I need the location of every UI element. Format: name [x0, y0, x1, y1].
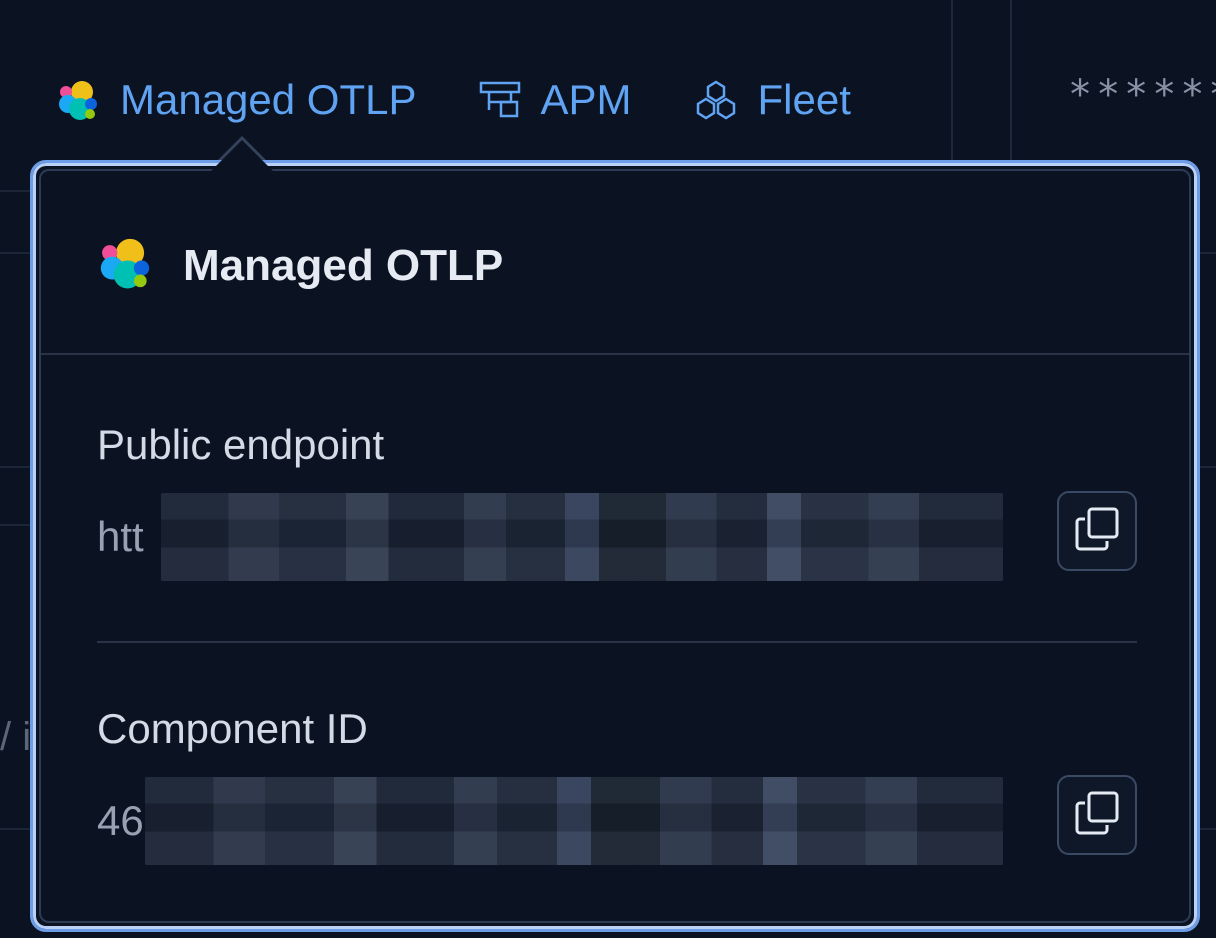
bg-divider	[1200, 466, 1216, 468]
popover-title: Managed OTLP	[183, 240, 504, 290]
copy-endpoint-button[interactable]	[1057, 491, 1137, 571]
copy-component-id-button[interactable]	[1057, 775, 1137, 855]
fleet-icon	[694, 80, 738, 120]
bg-divider	[1200, 252, 1216, 254]
popover-arrow-fill	[211, 140, 273, 171]
redacted-value	[161, 493, 1003, 581]
elastic-logo-icon	[56, 78, 100, 122]
page: / i Managed OTLP APM Fleet ***** Managed…	[0, 0, 1216, 938]
public-endpoint-value-row: htt	[97, 491, 1137, 583]
public-endpoint-section: Public endpoint htt	[97, 421, 1137, 583]
nav-label-apm: APM	[540, 76, 632, 123]
redacted-value	[145, 777, 1003, 865]
public-endpoint-value: htt	[97, 513, 144, 560]
top-nav: Managed OTLP APM Fleet	[56, 70, 913, 130]
background-partial-text: / i	[0, 715, 32, 759]
component-id-value-row: 46	[97, 775, 1137, 867]
nav-label-managed-otlp: Managed OTLP	[120, 76, 417, 123]
bg-divider	[1010, 0, 1012, 160]
nav-link-fleet[interactable]: Fleet	[694, 76, 851, 124]
bg-divider	[1200, 828, 1216, 830]
component-id-value: 46	[97, 797, 144, 844]
apm-icon	[479, 80, 521, 120]
bg-divider	[0, 828, 30, 830]
copy-icon	[1074, 790, 1120, 841]
public-endpoint-label: Public endpoint	[97, 421, 385, 468]
nav-link-managed-otlp[interactable]: Managed OTLP	[56, 76, 417, 124]
managed-otlp-popover: Managed OTLP Public endpoint htt Compone…	[30, 160, 1200, 932]
component-id-label: Component ID	[97, 705, 368, 752]
nav-label-fleet: Fleet	[757, 76, 851, 123]
section-divider	[97, 641, 1137, 643]
bg-divider	[0, 190, 30, 192]
bg-divider	[0, 466, 30, 468]
bg-divider	[0, 252, 30, 254]
masked-value: *******	[1068, 72, 1216, 118]
elastic-logo-icon	[97, 235, 153, 296]
bg-divider	[951, 0, 953, 160]
component-id-section: Component ID 46	[97, 705, 1137, 867]
nav-link-apm[interactable]: APM	[479, 76, 632, 124]
popover-panel: Managed OTLP Public endpoint htt Compone…	[39, 169, 1191, 923]
popover-header: Managed OTLP	[97, 235, 503, 296]
header-divider	[41, 353, 1189, 355]
bg-divider	[0, 524, 30, 526]
copy-icon	[1074, 506, 1120, 557]
